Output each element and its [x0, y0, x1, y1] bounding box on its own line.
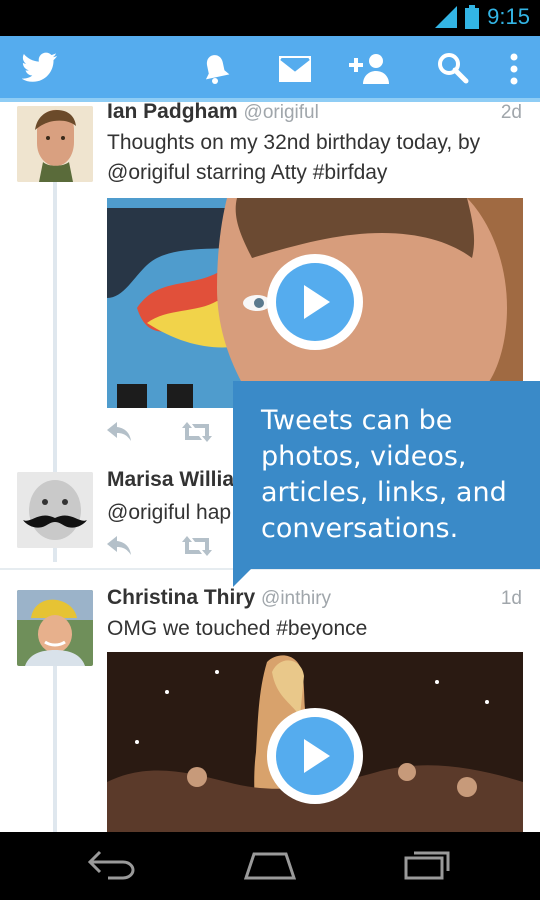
- avatar[interactable]: [17, 472, 93, 548]
- tweet-text: OMG we touched #beyonce: [107, 617, 368, 640]
- reply-icon[interactable]: [107, 536, 131, 556]
- system-nav-bar: [0, 832, 540, 900]
- author-handle: @origiful: [243, 102, 319, 123]
- retweet-icon[interactable]: [182, 536, 212, 556]
- tweet-author[interactable]: Marisa Willia: [107, 468, 234, 492]
- thread-line: [53, 666, 57, 832]
- play-icon: [276, 263, 354, 341]
- add-user-icon[interactable]: [349, 52, 391, 84]
- author-handle: @inthiry: [261, 588, 332, 609]
- app-bar: [0, 36, 540, 102]
- author-name: Ian Padgham: [107, 102, 238, 123]
- tweet-author[interactable]: Ian Padgham @origiful: [107, 102, 319, 124]
- twitter-bird-icon[interactable]: [22, 52, 58, 82]
- avatar-illustration: [17, 106, 93, 182]
- tooltip-pointer: [233, 569, 251, 587]
- tooltip-text: Tweets can be photos, videos, articles, …: [261, 405, 507, 544]
- tweet-video[interactable]: [107, 652, 523, 832]
- overflow-menu-icon[interactable]: [509, 52, 519, 86]
- author-name: Marisa Willia: [107, 468, 235, 491]
- signal-icon: [435, 6, 458, 28]
- messages-icon[interactable]: [279, 56, 311, 82]
- search-icon[interactable]: [437, 52, 469, 84]
- home-icon[interactable]: [244, 850, 296, 880]
- avatar[interactable]: [17, 590, 93, 666]
- tweet-time: 2d: [500, 102, 522, 123]
- play-icon: [276, 717, 354, 795]
- tweet-video[interactable]: [107, 198, 523, 408]
- clock: 9:15: [487, 4, 530, 29]
- author-name: Christina Thiry: [107, 586, 256, 609]
- play-button[interactable]: [267, 708, 363, 804]
- onboarding-tooltip[interactable]: Tweets can be photos, videos, articles, …: [233, 381, 540, 569]
- tweet-author[interactable]: Christina Thiry @inthiry: [107, 586, 331, 610]
- battery-icon: [465, 5, 480, 29]
- retweet-icon[interactable]: [182, 422, 212, 442]
- back-icon[interactable]: [88, 850, 136, 880]
- tweet[interactable]: Christina Thiry @inthiry 1d OMG we touch…: [0, 572, 540, 832]
- avatar[interactable]: [17, 106, 93, 182]
- recent-apps-icon[interactable]: [404, 850, 452, 880]
- notifications-icon[interactable]: [202, 53, 230, 85]
- play-button[interactable]: [267, 254, 363, 350]
- tweet-time: 1d: [500, 588, 522, 609]
- avatar-illustration: [17, 590, 93, 666]
- reply-icon[interactable]: [107, 422, 131, 442]
- tweet-text: Thoughts on my 32nd birthday today, by @…: [107, 131, 481, 184]
- avatar-illustration: [17, 472, 93, 548]
- status-bar: 9:15: [0, 0, 540, 36]
